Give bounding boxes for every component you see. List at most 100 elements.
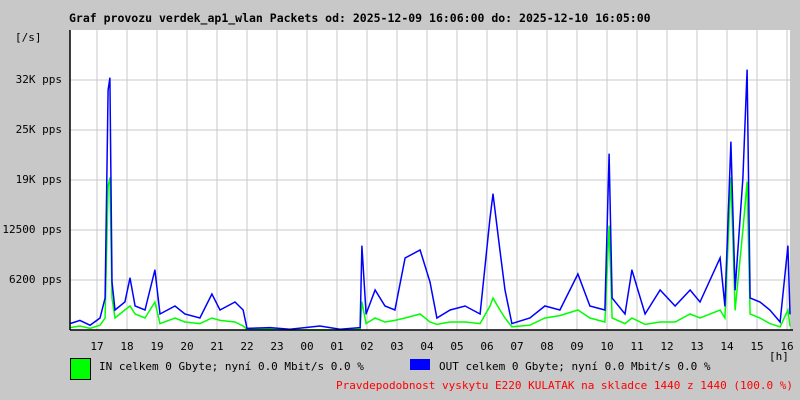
legend-in-text: IN celkem 0 Gbyte; nyní 0.0 Mbit/s 0.0 % (99, 360, 364, 373)
data-point-in (384, 321, 386, 323)
data-point-in (604, 321, 606, 323)
x-tick-label: 00 (300, 340, 314, 353)
data-point-in (219, 319, 221, 321)
data-point-out (464, 305, 466, 307)
data-point-in (734, 309, 736, 311)
data-point-out (361, 245, 363, 247)
data-point-in (779, 326, 781, 328)
data-point-out (211, 293, 213, 295)
data-point-out (504, 289, 506, 291)
x-tick-label: 02 (360, 340, 374, 353)
data-point-out (89, 324, 91, 326)
data-point-in (134, 313, 136, 315)
data-point-out (99, 317, 101, 319)
data-point-in (689, 313, 691, 315)
data-point-in (104, 317, 106, 319)
data-point-out (734, 289, 736, 291)
data-point-out (544, 305, 546, 307)
x-tick-label: 03 (390, 340, 404, 353)
data-point-out (749, 297, 751, 299)
data-point-out (511, 323, 513, 325)
data-point-out (689, 289, 691, 291)
data-point-in (699, 317, 701, 319)
data-point-out (699, 301, 701, 303)
data-point-in (769, 323, 771, 325)
data-point-out (184, 313, 186, 315)
data-point-out (787, 245, 789, 247)
data-point-out (449, 309, 451, 311)
data-point-out (436, 317, 438, 319)
data-point-out (394, 309, 396, 311)
x-tick-label: 17 (90, 340, 104, 353)
data-point-in (449, 321, 451, 323)
data-point-out (319, 325, 321, 327)
data-point-out (779, 321, 781, 323)
data-point-in (789, 325, 791, 327)
data-point-in (511, 326, 513, 328)
data-point-in (504, 317, 506, 319)
data-point-in (361, 301, 363, 303)
x-tick-label: 16 (780, 340, 794, 353)
data-point-out (219, 309, 221, 311)
data-point-out (429, 281, 431, 283)
data-point-in (724, 317, 726, 319)
data-point-out (104, 297, 106, 299)
data-point-out (419, 249, 421, 251)
data-point-in (746, 181, 748, 183)
data-point-in (749, 313, 751, 315)
data-point-in (631, 317, 633, 319)
data-point-out (384, 305, 386, 307)
x-tick-label: 14 (720, 340, 734, 353)
data-point-in (492, 297, 494, 299)
data-point-out (492, 193, 494, 195)
data-point-out (374, 289, 376, 291)
data-point-in (577, 309, 579, 311)
data-point-in (611, 317, 613, 319)
data-point-out (479, 313, 481, 315)
data-point-in (174, 317, 176, 319)
data-point-out (404, 257, 406, 259)
data-point-in (719, 309, 721, 311)
data-point-out (242, 309, 244, 311)
data-point-out (589, 305, 591, 307)
data-point-in (499, 309, 501, 311)
data-point-out (174, 305, 176, 307)
data-point-in (129, 305, 131, 307)
data-point-in (742, 229, 744, 231)
x-tick-label: 09 (570, 340, 584, 353)
data-point-out (107, 89, 109, 91)
data-point-in (124, 309, 126, 311)
data-point-in (89, 327, 91, 329)
footer-note: Pravdepodobnost vyskytu E220 KULATAK na … (336, 379, 793, 392)
data-point-out (577, 273, 579, 275)
data-point-in (144, 317, 146, 319)
y-tick-label: 6200 pps (9, 273, 62, 286)
data-point-out (109, 77, 111, 79)
x-tick-label: 08 (540, 340, 554, 353)
x-tick-label: 11 (630, 340, 644, 353)
legend-in-swatch (70, 358, 91, 380)
x-tick-label: 12 (660, 340, 674, 353)
data-point-in (79, 325, 81, 327)
data-point-in (436, 323, 438, 325)
data-point-out (79, 319, 81, 321)
data-point-in (759, 317, 761, 319)
data-point-out (199, 317, 201, 319)
data-point-in (242, 325, 244, 327)
data-point-out (111, 281, 113, 283)
x-tick-label: 21 (210, 340, 224, 353)
x-tick-label: 23 (270, 340, 284, 353)
x-tick-label: 10 (600, 340, 614, 353)
data-point-in (404, 317, 406, 319)
data-point-in (99, 324, 101, 326)
y-tick-label: 19K pps (15, 173, 62, 186)
data-point-in (159, 323, 161, 325)
data-point-out (246, 327, 248, 329)
x-tick-label: 19 (150, 340, 164, 353)
data-point-in (394, 319, 396, 321)
data-point-out (124, 301, 126, 303)
data-point-out (129, 277, 131, 279)
data-point-in (608, 225, 610, 227)
data-point-in (787, 309, 789, 311)
data-point-out (674, 305, 676, 307)
